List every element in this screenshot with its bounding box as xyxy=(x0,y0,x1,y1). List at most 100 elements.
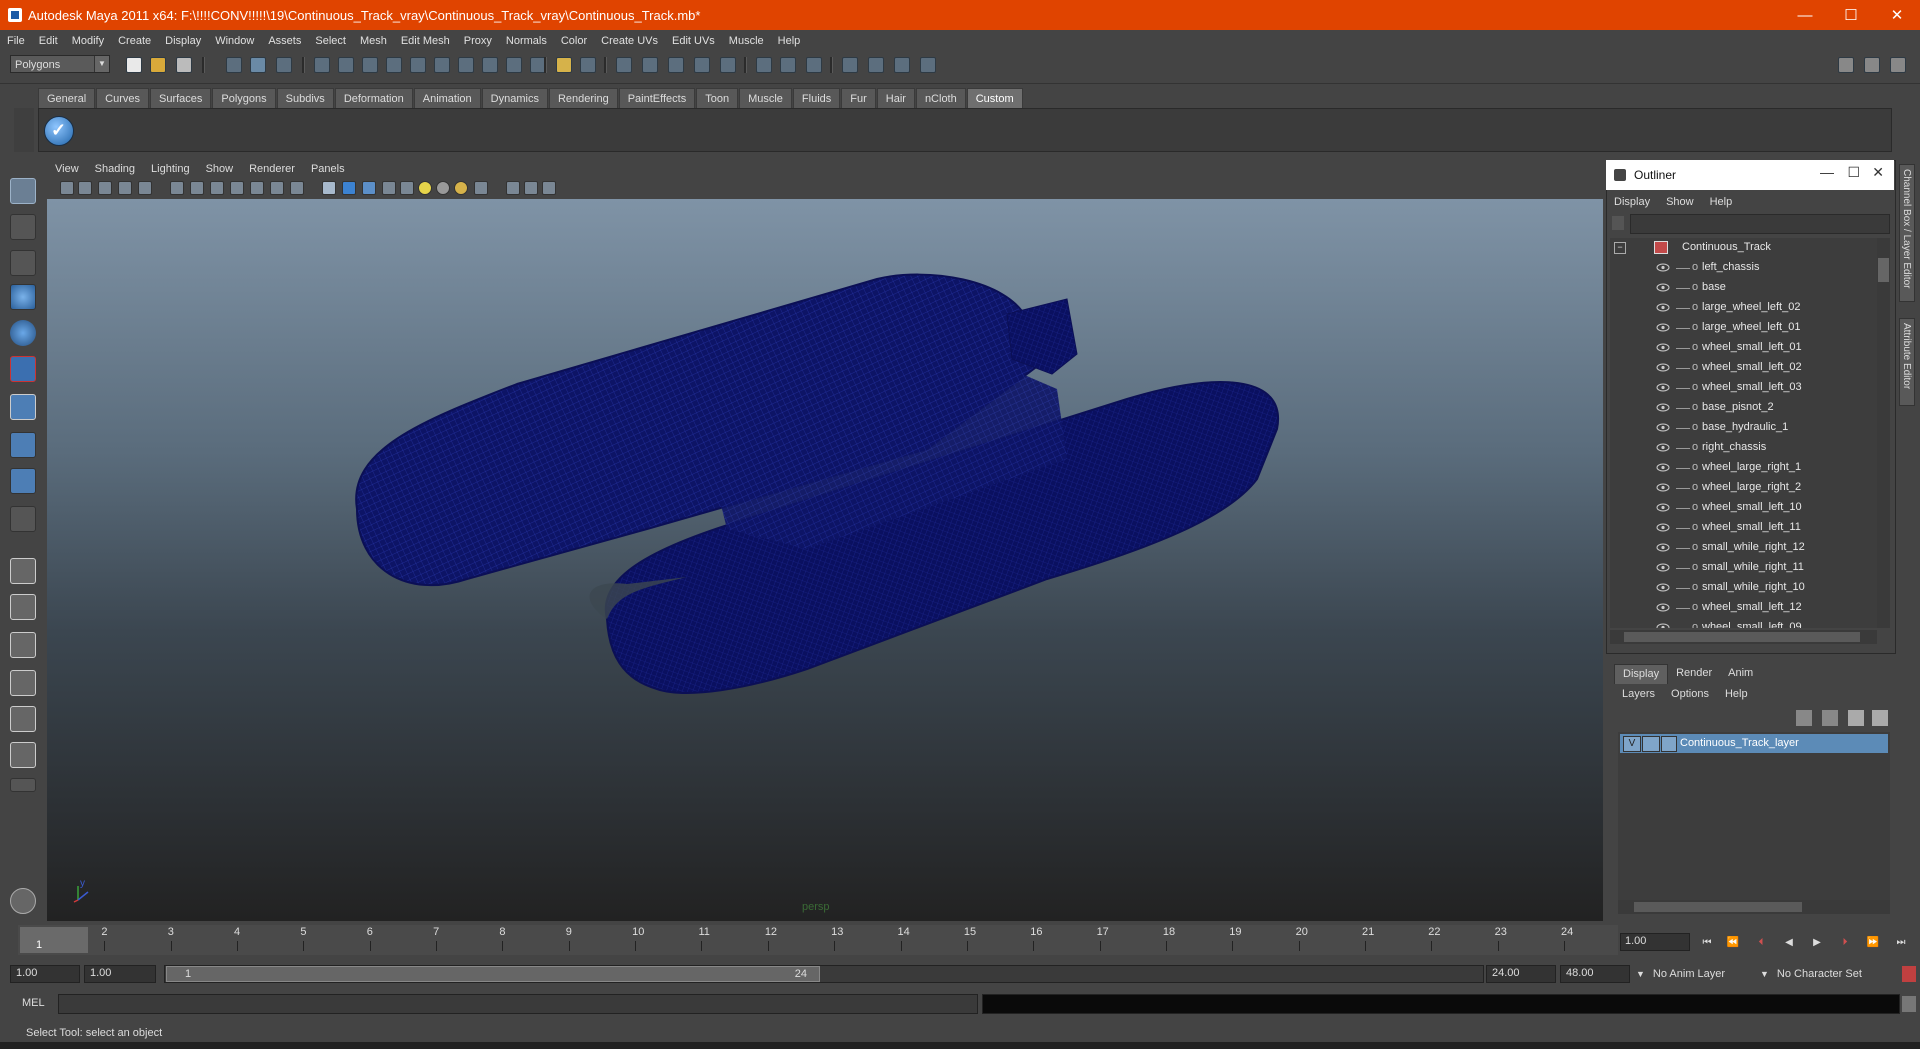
new-scene-icon[interactable] xyxy=(126,57,142,73)
layer-menu-options[interactable]: Options xyxy=(1663,688,1717,700)
outliner-scroll-thumb[interactable] xyxy=(1878,258,1889,282)
menu-help[interactable]: Help xyxy=(771,35,808,47)
layer-tab-display[interactable]: Display xyxy=(1614,664,1669,684)
gate-mask-icon[interactable] xyxy=(230,181,244,195)
step-back-frame-icon[interactable]: ⏪ xyxy=(1726,937,1740,949)
shelf-tab-ncloth[interactable]: nCloth xyxy=(915,88,966,109)
xray-icon[interactable] xyxy=(382,181,396,195)
shelf-tab-rendering[interactable]: Rendering xyxy=(548,88,618,109)
play-forwards-icon[interactable]: ▶ xyxy=(1810,937,1824,949)
outliner-hscroll-thumb[interactable] xyxy=(1624,632,1860,642)
outliner-item[interactable]: o left_chassis xyxy=(1610,258,1877,278)
show-manipulator-icon[interactable] xyxy=(10,468,36,494)
camera-attributes-icon[interactable] xyxy=(78,181,92,195)
outliner-item[interactable]: o wheel_large_right_1 xyxy=(1610,458,1877,478)
lock-selection-icon[interactable] xyxy=(556,57,572,73)
playback-end-field[interactable]: 24.00 xyxy=(1486,965,1556,983)
range-slider-handle[interactable]: 1 24 xyxy=(166,966,820,982)
backface-culling-icon[interactable] xyxy=(542,181,556,195)
playback-start-field[interactable]: 1.00 xyxy=(84,965,156,983)
outliner-menu-show[interactable]: Show xyxy=(1658,196,1702,208)
shelf-tab-animation[interactable]: Animation xyxy=(413,88,481,109)
shelf-tab-polygons[interactable]: Polygons xyxy=(212,88,276,109)
outliner-root-item[interactable]: − Continuous_Track xyxy=(1610,238,1877,258)
shelf-menu-handle[interactable] xyxy=(14,108,34,152)
step-forward-frame-icon[interactable]: ⏩ xyxy=(1866,937,1880,949)
perspective-viewport[interactable] xyxy=(47,199,1603,921)
menu-edit-uvs[interactable]: Edit UVs xyxy=(665,35,722,47)
outliner-horizontal-scrollbar[interactable] xyxy=(1610,630,1877,644)
menu-display[interactable]: Display xyxy=(158,35,208,47)
hypershade-layout-icon[interactable] xyxy=(10,706,36,732)
shelf-tab-muscle[interactable]: Muscle xyxy=(739,88,792,109)
pick-mask-dropdown-icon[interactable] xyxy=(314,57,330,73)
go-to-end-icon[interactable]: ⏭ xyxy=(1894,937,1908,949)
layer-menu-layers[interactable]: Layers xyxy=(1614,688,1663,700)
single-perspective-layout-icon[interactable] xyxy=(10,558,36,584)
menu-modify[interactable]: Modify xyxy=(65,35,111,47)
menu-color[interactable]: Color xyxy=(554,35,594,47)
xray-active-components-icon[interactable] xyxy=(524,181,538,195)
menu-select[interactable]: Select xyxy=(308,35,353,47)
use-all-lights-icon[interactable] xyxy=(418,181,432,195)
render-settings-icon[interactable] xyxy=(920,57,936,73)
toggle-attribute-editor-icon[interactable] xyxy=(1838,57,1854,73)
snap-curve-icon[interactable] xyxy=(642,57,658,73)
animation-end-field[interactable]: 48.00 xyxy=(1560,965,1630,983)
soft-modification-icon[interactable] xyxy=(10,432,36,458)
menu-proxy[interactable]: Proxy xyxy=(457,35,499,47)
outliner-search-input[interactable] xyxy=(1630,214,1890,234)
viewport-menu-panels[interactable]: Panels xyxy=(303,163,353,175)
outliner-filter-icon[interactable] xyxy=(1612,216,1624,230)
toggle-tool-settings-icon[interactable] xyxy=(1864,57,1880,73)
outliner-item[interactable]: o wheel_small_left_02 xyxy=(1610,358,1877,378)
film-gate-icon[interactable] xyxy=(190,181,204,195)
persp-graph-layout-icon[interactable] xyxy=(10,670,36,696)
outliner-item[interactable]: o right_chassis xyxy=(1610,438,1877,458)
command-input[interactable] xyxy=(58,994,978,1014)
current-time-field[interactable]: 1.00 xyxy=(1620,933,1690,951)
menu-assets[interactable]: Assets xyxy=(261,35,308,47)
step-forward-key-icon[interactable]: ⏵ xyxy=(1838,937,1852,949)
shelf-tab-hair[interactable]: Hair xyxy=(876,88,915,109)
script-editor-icon[interactable] xyxy=(1902,996,1916,1012)
layer-playback-toggle[interactable] xyxy=(1642,736,1660,752)
minimize-button[interactable]: — xyxy=(1782,0,1828,30)
select-component-icon[interactable] xyxy=(276,57,292,73)
smooth-shade-icon[interactable] xyxy=(342,181,356,195)
open-scene-icon[interactable] xyxy=(150,57,166,73)
select-hierarchy-icon[interactable] xyxy=(226,57,242,73)
outliner-item[interactable]: o base_hydraulic_1 xyxy=(1610,418,1877,438)
menu-edit[interactable]: Edit xyxy=(32,35,65,47)
attribute-editor-tab[interactable]: Attribute Editor xyxy=(1899,318,1915,406)
outliner-item[interactable]: o small_while_right_11 xyxy=(1610,558,1877,578)
bookmarks-icon[interactable] xyxy=(98,181,112,195)
ipr-render-icon[interactable] xyxy=(894,57,910,73)
layer-visibility-toggle[interactable]: V xyxy=(1623,736,1641,752)
outliner-item[interactable]: o wheel_small_left_09 xyxy=(1610,618,1877,628)
output-ops-icon[interactable] xyxy=(780,57,796,73)
menu-muscle[interactable]: Muscle xyxy=(722,35,771,47)
xray-joints-icon[interactable] xyxy=(506,181,520,195)
layer-horizontal-scrollbar[interactable] xyxy=(1618,900,1890,914)
outliner-item[interactable]: o wheel_small_left_11 xyxy=(1610,518,1877,538)
checkmark-icon[interactable] xyxy=(44,116,74,146)
layer-tab-anim[interactable]: Anim xyxy=(1720,664,1762,683)
mask-curves-icon[interactable] xyxy=(386,57,402,73)
safe-action-icon[interactable] xyxy=(270,181,284,195)
shelf-tab-curves[interactable]: Curves xyxy=(96,88,149,109)
new-empty-layer-icon[interactable] xyxy=(1848,710,1864,726)
wireframe-icon[interactable] xyxy=(322,181,336,195)
command-language-toggle[interactable]: MEL xyxy=(22,997,45,1009)
select-camera-icon[interactable] xyxy=(60,181,74,195)
outliner-item[interactable]: o large_wheel_left_02 xyxy=(1610,298,1877,318)
mask-misc-icon[interactable] xyxy=(506,57,522,73)
animation-preferences-icon[interactable] xyxy=(1902,966,1916,982)
shelf-tab-custom[interactable]: Custom xyxy=(966,88,1023,109)
two-d-pan-zoom-icon[interactable] xyxy=(138,181,152,195)
maximize-button[interactable]: ☐ xyxy=(1828,0,1874,30)
render-frame-icon[interactable] xyxy=(868,57,884,73)
mask-deformations-icon[interactable] xyxy=(434,57,450,73)
layer-menu-help[interactable]: Help xyxy=(1717,688,1756,700)
wireframe-on-shaded-icon[interactable] xyxy=(362,181,376,195)
